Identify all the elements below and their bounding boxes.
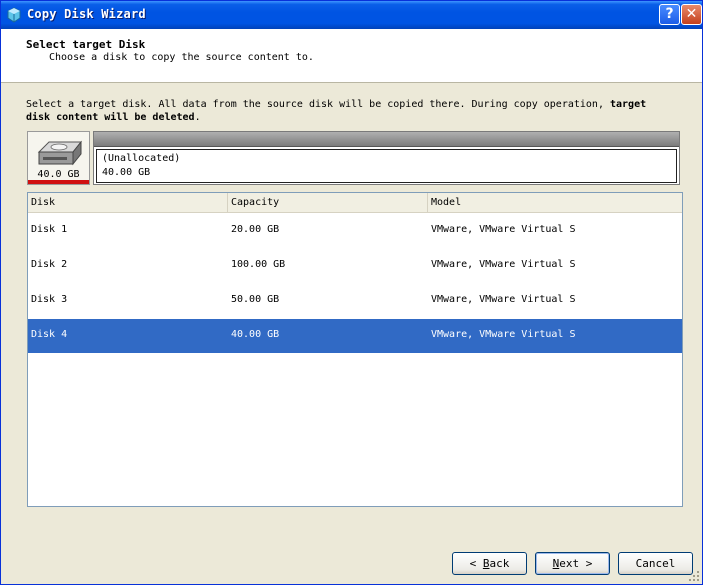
instruction-part-2: . — [194, 112, 201, 123]
disk-capacity: 50.00 GB — [231, 294, 280, 305]
next-button[interactable]: Next > — [535, 552, 610, 575]
disk-capacity: 20.00 GB — [231, 224, 280, 235]
column-header-capacity[interactable]: Capacity — [228, 193, 428, 213]
table-row[interactable]: Disk 2 100.00 GB VMware, VMware Virtual … — [28, 249, 682, 283]
title-bar[interactable]: Copy Disk Wizard ? ✕ — [1, 1, 702, 29]
partition-header-bar — [94, 132, 679, 147]
disk-size-label: 40.0 GB — [37, 169, 80, 180]
wizard-app-icon — [7, 7, 21, 23]
copy-disk-wizard-window: Copy Disk Wizard ? ✕ Select target Disk … — [0, 0, 703, 585]
unallocated-partition[interactable]: (Unallocated) 40.00 GB — [96, 149, 677, 183]
close-button[interactable]: ✕ — [681, 4, 702, 25]
back-label: ack — [489, 557, 510, 570]
help-button[interactable]: ? — [659, 4, 680, 25]
cancel-button[interactable]: Cancel — [618, 552, 693, 575]
back-arrow: < — [469, 557, 483, 570]
disk-model: VMware, VMware Virtual S — [431, 224, 576, 235]
column-header-model[interactable]: Model — [428, 193, 682, 213]
window-title: Copy Disk Wizard — [27, 7, 146, 21]
resize-grip-icon[interactable] — [688, 570, 700, 582]
disk-capacity: 40.00 GB — [231, 329, 280, 340]
partition-name: (Unallocated) — [102, 153, 181, 164]
instruction-text: Select a target disk. All data from the … — [26, 98, 666, 124]
disk-model: VMware, VMware Virtual S — [431, 294, 576, 305]
disk-name: Disk 4 — [31, 329, 68, 340]
disk-model: VMware, VMware Virtual S — [431, 329, 576, 340]
wizard-header: Select target Disk Choose a disk to copy… — [1, 29, 702, 83]
partition-size: 40.00 GB — [102, 167, 151, 178]
table-row[interactable]: Disk 3 50.00 GB VMware, VMware Virtual S — [28, 284, 682, 318]
next-arrow: > — [579, 557, 593, 570]
next-label: ext — [559, 557, 580, 570]
disk-list[interactable]: Disk Capacity Model Disk 1 20.00 GB VMwa… — [27, 192, 683, 507]
disk-name: Disk 2 — [31, 259, 68, 270]
selected-disk-tile[interactable]: 40.0 GB — [27, 131, 90, 185]
disk-usage-bar — [28, 180, 89, 184]
disk-capacity: 100.00 GB — [231, 259, 286, 270]
column-header-disk[interactable]: Disk — [28, 193, 228, 213]
instruction-part-1: Select a target disk. All data from the … — [26, 99, 610, 110]
page-subtitle: Choose a disk to copy the source content… — [49, 52, 314, 63]
list-header: Disk Capacity Model — [28, 193, 682, 213]
back-mnemonic: B — [482, 557, 490, 570]
table-row-selected[interactable]: Disk 4 40.00 GB VMware, VMware Virtual S — [28, 319, 682, 353]
table-row[interactable]: Disk 1 20.00 GB VMware, VMware Virtual S — [28, 214, 682, 248]
disk-name: Disk 1 — [31, 224, 68, 235]
back-button[interactable]: < Back — [452, 552, 527, 575]
disk-name: Disk 3 — [31, 294, 68, 305]
page-title: Select target Disk — [26, 38, 146, 51]
partition-map: (Unallocated) 40.00 GB — [93, 131, 680, 185]
disk-model: VMware, VMware Virtual S — [431, 259, 576, 270]
hard-disk-icon — [37, 140, 83, 166]
